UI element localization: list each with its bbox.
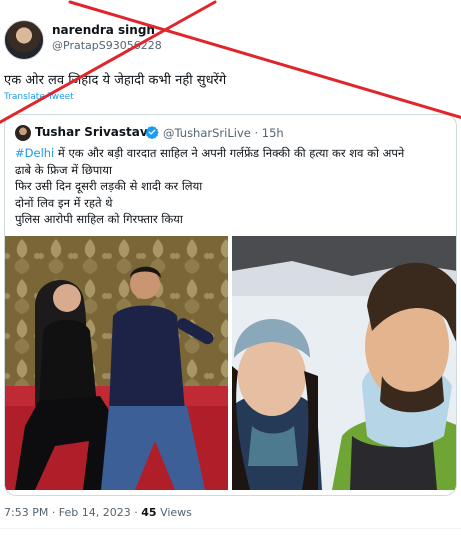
cross-stroke-right (68, 0, 461, 119)
tweet-timestamp[interactable]: 7:53 PM · Feb 14, 2023 · (4, 506, 141, 519)
author-avatar[interactable] (4, 20, 44, 60)
divider (0, 528, 461, 529)
couple-photo-sofa[interactable] (5, 236, 228, 490)
couple-selfie-snow-photo[interactable] (232, 236, 456, 490)
quoted-author-avatar[interactable] (15, 125, 31, 141)
quoted-author-handle[interactable]: @TusharSriLive · 15h (163, 126, 284, 140)
cross-stroke-left (0, 0, 217, 124)
quoted-tweet-text: #Delhi में एक और बड़ी वारदात साहिल ने अप… (15, 145, 455, 228)
views-count: 45 (141, 506, 157, 519)
quoted-line-3: फिर उसी दिन दूसरी लड़की से शादी कर लिया (15, 179, 203, 193)
translate-tweet-link[interactable]: Translate Tweet (4, 92, 74, 102)
couple-photo-sofa-image (5, 236, 228, 490)
hashtag-link[interactable]: #Delhi (15, 146, 54, 160)
quoted-line-1-text: में एक और बड़ी वारदात साहिल ने अपनी गर्ल… (54, 146, 405, 160)
author-handle[interactable]: @PratapS93056228 (52, 39, 162, 52)
red-cross-overlay (0, 0, 461, 124)
views-label: Views (156, 506, 192, 519)
couple-selfie-snow-image (232, 236, 456, 490)
verified-badge-icon (145, 125, 159, 139)
tweet-text: एक ओर लव जिहाद ये जेहादी कभी नही सुधरेंग… (4, 73, 227, 88)
author-name[interactable]: narendra singh (52, 23, 155, 37)
quoted-line-5: पुलिस आरोपी साहिल को गिरफ्तार किया (15, 212, 183, 226)
quoted-line-4: दोनों लिव इन में रहते थे (15, 195, 113, 210)
quoted-line-1: #Delhi में एक और बड़ी वारदात साहिल ने अप… (15, 145, 455, 162)
tweet-meta: 7:53 PM · Feb 14, 2023 · 45 Views (4, 506, 192, 519)
quoted-line-2: ढाबे के फ्रिज में छिपाया (15, 162, 112, 177)
quoted-tweet-card[interactable]: Tushar Srivastava @TusharSriLive · 15h #… (4, 114, 457, 496)
quoted-author-name[interactable]: Tushar Srivastava (35, 125, 156, 139)
